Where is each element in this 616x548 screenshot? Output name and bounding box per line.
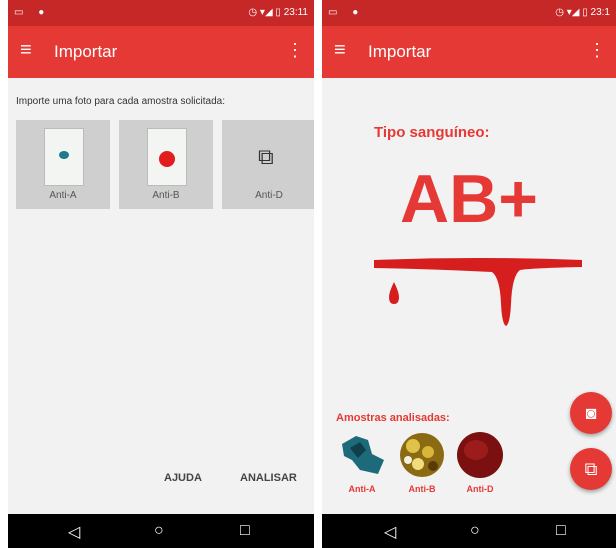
blood-type-title: Tipo sanguíneo: (374, 124, 490, 141)
notification-icons: ▭ ● (14, 7, 51, 18)
gallery-fab[interactable]: ⧉ (570, 448, 612, 490)
clock: 23:11 (283, 7, 308, 18)
sample-photo (44, 128, 84, 186)
clock: 23:1 (590, 7, 610, 18)
app-title: Importar (368, 42, 432, 61)
analyze-button[interactable]: ANALISAR (240, 472, 297, 484)
sample-stain (59, 151, 69, 159)
sample-tile-anti-b[interactable]: Anti-B (119, 120, 213, 209)
back-icon[interactable]: ◁ (68, 522, 80, 542)
status-bar: ▭ ● ◷ ▾◢ ▯ 23:1 (322, 0, 616, 26)
analyzed-sample-anti-a[interactable] (336, 428, 388, 482)
analyzed-sample-anti-d[interactable] (454, 428, 506, 482)
samples-title: Amostras analisadas: (336, 412, 450, 424)
app-title: Importar (54, 42, 118, 61)
navigation-bar: ◁ ○ □ (322, 514, 616, 548)
sample-tile-anti-a[interactable]: Anti-A (16, 120, 110, 209)
recents-icon[interactable]: □ (240, 522, 250, 540)
status-icons: ◷ ▾◢ ▯ (555, 7, 588, 18)
back-icon[interactable]: ◁ (384, 522, 396, 542)
sample-image (457, 432, 503, 478)
blood-type-result: AB+ (400, 161, 538, 237)
analyzed-sample-anti-b[interactable] (396, 428, 448, 482)
status-bar: ▭ ● ◷ ▾◢ ▯ 23:11 (8, 0, 314, 26)
status-time: ◷ ▾◢ ▯ 23:1 (555, 7, 610, 18)
sample-image (400, 433, 444, 477)
sample-stain (159, 151, 175, 167)
result-screen: ▭ ● ◷ ▾◢ ▯ 23:1 ≡ Importar ⋮ Tipo sanguí… (322, 0, 616, 548)
app-bar: ≡ Importar ⋮ (8, 26, 314, 78)
camera-icon: ◙ (585, 403, 597, 423)
sample-photo (147, 128, 187, 186)
sample-label: Anti-A (348, 484, 376, 494)
more-options-icon[interactable]: ⋮ (286, 40, 304, 60)
status-time: ◷ ▾◢ ▯ 23:11 (248, 7, 308, 18)
blood-drip-graphic (374, 258, 582, 326)
help-button[interactable]: AJUDA (164, 472, 202, 484)
sample-tile-anti-d[interactable]: ⧉ Anti-D (222, 120, 314, 209)
camera-fab[interactable]: ◙ (570, 392, 612, 434)
sample-label: Anti-A (49, 190, 77, 201)
sample-label: Anti-B (408, 484, 436, 494)
sample-label: Anti-B (152, 190, 180, 201)
import-screen: ▭ ● ◷ ▾◢ ▯ 23:11 ≡ Importar ⋮ Importe um… (8, 0, 314, 548)
status-icons: ◷ ▾◢ ▯ (248, 7, 281, 18)
sample-label: Anti-D (466, 484, 494, 494)
sample-image (338, 430, 386, 480)
add-photo-icon: ⧉ (258, 144, 274, 169)
sample-label: Anti-D (255, 190, 283, 201)
menu-icon[interactable]: ≡ (20, 40, 32, 60)
navigation-bar: ◁ ○ □ (8, 514, 314, 548)
home-icon[interactable]: ○ (154, 522, 164, 540)
home-icon[interactable]: ○ (470, 522, 480, 540)
instruction-text: Importe uma foto para cada amostra solic… (16, 96, 225, 107)
more-options-icon[interactable]: ⋮ (588, 40, 606, 60)
recents-icon[interactable]: □ (556, 522, 566, 540)
notification-icons: ▭ ● (328, 7, 365, 18)
gallery-icon: ⧉ (584, 459, 598, 479)
app-bar: ≡ Importar ⋮ (322, 26, 616, 78)
menu-icon[interactable]: ≡ (334, 40, 346, 60)
